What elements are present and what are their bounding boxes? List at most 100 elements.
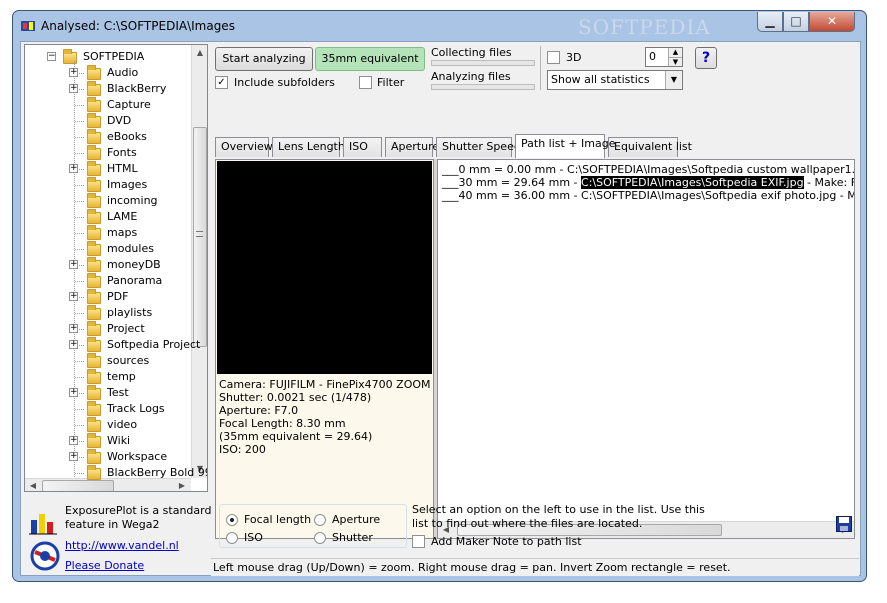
iso-radio[interactable] [226, 532, 238, 544]
tree-guide-line [75, 153, 84, 154]
spinner-up-icon[interactable]: ▲ [668, 48, 682, 57]
shutter-radio[interactable] [314, 532, 326, 544]
tab-overview[interactable]: Overview [215, 137, 273, 157]
path-list-row[interactable]: ___0 mm = 0.00 mm - C:\SOFTPEDIA\Images\… [442, 163, 855, 176]
folder-icon [87, 129, 101, 144]
folder-icon [87, 113, 101, 128]
3d-checkbox[interactable] [547, 51, 560, 64]
value-spinner[interactable]: 0 ▲ ▼ [645, 47, 683, 67]
maximize-button[interactable]: □ [783, 12, 809, 32]
folder-icon [87, 449, 101, 464]
tree-item-label: incoming [107, 194, 158, 207]
folder-tree[interactable]: ▲ ▼ ◀ ▶ − SOFTPEDIA + Audio + BlackBerry Captu… [24, 44, 208, 492]
path-list-row[interactable]: ___30 mm = 29.64 mm - C:\SOFTPEDIA\Image… [442, 176, 854, 189]
tree-item-label: Softpedia Project [107, 338, 201, 351]
spinner-down-icon[interactable]: ▼ [668, 57, 682, 66]
tree-item-label: Capture [107, 98, 151, 111]
title-bar[interactable]: Analysed: C:\SOFTPEDIA\Images SOFTPEDIA … [13, 11, 866, 41]
tab-iso[interactable]: ISO [343, 137, 382, 157]
path-row-path: C:\SOFTPEDIA\Images\Softpedia custom wal… [567, 163, 855, 176]
analyzing-files-label: Analyzing files [431, 70, 511, 83]
expand-icon[interactable]: + [69, 84, 78, 93]
folder-icon [87, 321, 101, 336]
tree-vscrollbar[interactable]: ▲ ▼ [191, 45, 207, 478]
tab-lens-length[interactable]: Lens Length [272, 137, 345, 157]
exif-35mm-equivalent: (35mm equivalent = 29.64) [219, 430, 373, 443]
include-subfolders-checkbox[interactable]: ✓ [215, 76, 228, 89]
35mm-equivalent-button[interactable]: 35mm equivalent [315, 47, 425, 71]
exposureplot-logo-icon [29, 514, 57, 535]
tree-guide-line [75, 233, 84, 234]
collapse-icon[interactable]: − [47, 52, 56, 61]
tree-guide-line [75, 361, 84, 362]
maker-note-checkbox[interactable] [412, 535, 425, 548]
folder-icon [87, 225, 101, 240]
tab-path-list-image[interactable]: Path list + Image [515, 134, 615, 158]
vandel-link[interactable]: http://www.vandel.nl [65, 539, 179, 552]
tree-guide-line [75, 409, 84, 410]
tree-hscroll-thumb[interactable] [42, 480, 114, 491]
spinner-value[interactable]: 0 [649, 50, 656, 63]
tree-guide-line [74, 61, 75, 477]
folder-icon [87, 273, 101, 288]
expand-icon[interactable]: + [69, 436, 78, 445]
tree-item-label: video [107, 418, 138, 431]
tree-item-label: eBooks [107, 130, 147, 143]
tree-item-label: temp [107, 370, 136, 383]
expand-icon[interactable]: + [69, 388, 78, 397]
folder-icon [87, 145, 101, 160]
analyzing-progress-bar [431, 84, 535, 90]
expand-icon[interactable]: + [69, 292, 78, 301]
expand-icon[interactable]: + [69, 452, 78, 461]
tree-guide-line [75, 217, 84, 218]
photo-preview[interactable] [217, 161, 432, 374]
expand-icon[interactable]: + [69, 340, 78, 349]
path-list[interactable]: ___0 mm = 0.00 mm - C:\SOFTPEDIA\Images\… [437, 159, 855, 539]
tree-vscroll-thumb[interactable] [193, 127, 207, 347]
client-area: ▲ ▼ ◀ ▶ − SOFTPEDIA + Audio + BlackBerry Captu… [20, 41, 861, 576]
tab-shutter-speed[interactable]: Shutter Speed [436, 137, 521, 157]
options-hint-line-2: list to find out where the files are loc… [412, 517, 643, 530]
tree-guide-line [75, 137, 84, 138]
shutter-label: Shutter [332, 531, 373, 544]
minimize-button[interactable]: ▁ [757, 12, 783, 32]
folder-icon [87, 81, 101, 96]
tree-guide-line [75, 201, 84, 202]
tab-equivalent-list[interactable]: Equivalent list [608, 137, 692, 157]
focal-length-radio[interactable] [226, 514, 238, 526]
maker-note-label: Add Maker Note to path list [431, 535, 582, 548]
tree-guide-line [75, 377, 84, 378]
statistics-select-value: Show all statistics [551, 73, 650, 86]
tree-guide-line [75, 425, 84, 426]
scroll-up-icon[interactable]: ▲ [192, 45, 207, 61]
status-bar: Left mouse drag (Up/Down) = zoom. Right … [211, 558, 859, 576]
chevron-down-icon[interactable]: ▼ [665, 71, 682, 89]
window-title: Analysed: C:\SOFTPEDIA\Images [41, 19, 235, 33]
scroll-left-icon[interactable]: ◀ [25, 478, 41, 491]
statistics-select[interactable]: Show all statistics ▼ [547, 70, 683, 90]
folder-icon [87, 65, 101, 80]
expand-icon[interactable]: + [69, 164, 78, 173]
tab-aperture[interactable]: Aperture [385, 137, 439, 157]
folder-icon [87, 177, 101, 192]
close-button[interactable]: ✕ [809, 12, 855, 32]
path-list-row[interactable]: ___40 mm = 36.00 mm - C:\SOFTPEDIA\Image… [442, 189, 854, 202]
donate-link[interactable]: Please Donate [65, 559, 144, 572]
folder-icon [87, 337, 101, 352]
filter-checkbox[interactable] [359, 76, 372, 89]
tree-item-label: moneyDB [107, 258, 161, 271]
help-button[interactable]: ? [695, 47, 717, 69]
focal-length-label: Focal length [244, 513, 312, 526]
aperture-radio[interactable] [314, 514, 326, 526]
tree-item-label: Wiki [107, 434, 131, 447]
tree-item-label: LAME [107, 210, 138, 223]
path-row-suffix: - Make: FUJIFILM [807, 176, 854, 189]
vandel-logo-icon[interactable] [29, 540, 61, 572]
save-icon[interactable] [836, 516, 852, 532]
expand-icon[interactable]: + [69, 324, 78, 333]
start-analyzing-button[interactable]: Start analyzing [215, 47, 313, 71]
folder-icon [87, 385, 101, 400]
tree-item-label: Track Logs [107, 402, 165, 415]
expand-icon[interactable]: + [69, 260, 78, 269]
expand-icon[interactable]: + [69, 68, 78, 77]
